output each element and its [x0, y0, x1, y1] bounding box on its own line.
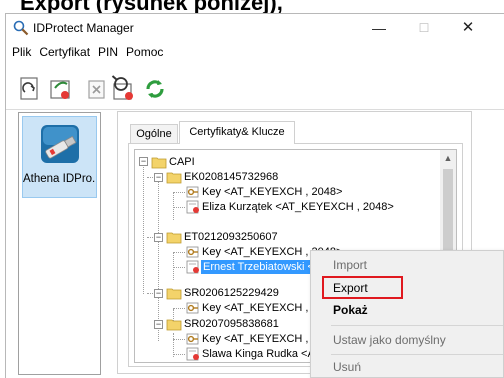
scroll-thumb[interactable]	[443, 169, 453, 259]
minimize-button[interactable]: —	[359, 16, 399, 40]
tree-node-container[interactable]: SR0207095838681	[184, 317, 279, 331]
context-menu-usun[interactable]: Usuń	[311, 356, 503, 378]
title-bar: IDProtect Manager — ☐ ✕	[6, 14, 504, 42]
context-menu-separator	[331, 354, 503, 355]
certificate-icon	[186, 200, 199, 214]
refresh-document-icon[interactable]	[16, 75, 44, 103]
key-icon	[186, 186, 199, 198]
tree-node-capi[interactable]: CAPI	[169, 155, 195, 169]
certificate-icon	[186, 260, 199, 274]
tree-node-key[interactable]: Key <AT_KEYEXCH , 2048>	[202, 185, 342, 199]
tree-collapse-toggle[interactable]: −	[154, 289, 163, 298]
tree-collapse-toggle[interactable]: −	[154, 173, 163, 182]
tab-certyfikaty-klucze[interactable]: Certyfikaty& Klucze	[179, 121, 295, 144]
tree-node-container[interactable]: EK0208145732968	[184, 170, 278, 184]
menu-certyfikat[interactable]: Certyfikat	[35, 43, 94, 61]
context-menu-pokaz[interactable]: Pokaż	[311, 299, 503, 321]
menu-plik[interactable]: Plik	[6, 43, 35, 61]
tree-node-certificate[interactable]: Eliza Kurzątek <AT_KEYEXCH , 2048>	[202, 200, 394, 214]
scroll-up-arrow-icon[interactable]: ▲	[440, 150, 456, 167]
folder-icon	[166, 288, 182, 300]
maximize-button[interactable]: ☐	[404, 16, 444, 40]
device-label: Athena IDPro...	[23, 173, 96, 185]
tree-collapse-toggle[interactable]: −	[154, 233, 163, 242]
close-button[interactable]: ✕	[448, 16, 488, 40]
usb-token-icon	[41, 125, 79, 163]
certificate-remove-icon[interactable]	[82, 75, 110, 103]
export-highlight-box	[322, 276, 403, 299]
tree-node-container[interactable]: SR0206125229429	[184, 286, 279, 300]
menu-bar: Plik Certyfikat PIN Pomoc	[6, 43, 504, 61]
certificate-search-icon[interactable]	[110, 75, 138, 103]
app-magnifier-icon	[13, 20, 29, 36]
folder-icon	[166, 319, 182, 331]
certificate-import-icon[interactable]	[47, 75, 75, 103]
context-menu-set-default[interactable]: Ustaw jako domyślny	[311, 329, 503, 351]
tab-ogolne[interactable]: Ogólne	[130, 124, 178, 143]
key-icon	[186, 302, 199, 314]
folder-icon	[151, 157, 167, 169]
menu-pomoc[interactable]: Pomoc	[122, 43, 167, 61]
key-icon	[186, 333, 199, 345]
device-list: Athena IDPro...	[18, 112, 101, 375]
folder-icon	[166, 232, 182, 244]
tree-node-container[interactable]: ET0212093250607	[184, 230, 278, 244]
context-menu-separator	[331, 325, 503, 326]
context-menu-import[interactable]: Import	[311, 254, 503, 276]
toolbar	[6, 69, 504, 110]
menu-pin[interactable]: PIN	[94, 43, 122, 61]
certificate-icon	[186, 347, 199, 361]
refresh-icon[interactable]	[141, 75, 169, 103]
key-icon	[186, 246, 199, 258]
tree-collapse-toggle[interactable]: −	[139, 157, 148, 166]
folder-icon	[166, 172, 182, 184]
device-item-athena[interactable]: Athena IDPro...	[22, 116, 97, 198]
context-menu: Import Export Pokaż Ustaw jako domyślny …	[310, 250, 504, 378]
window-title: IDProtect Manager	[33, 21, 134, 35]
tree-collapse-toggle[interactable]: −	[154, 320, 163, 329]
